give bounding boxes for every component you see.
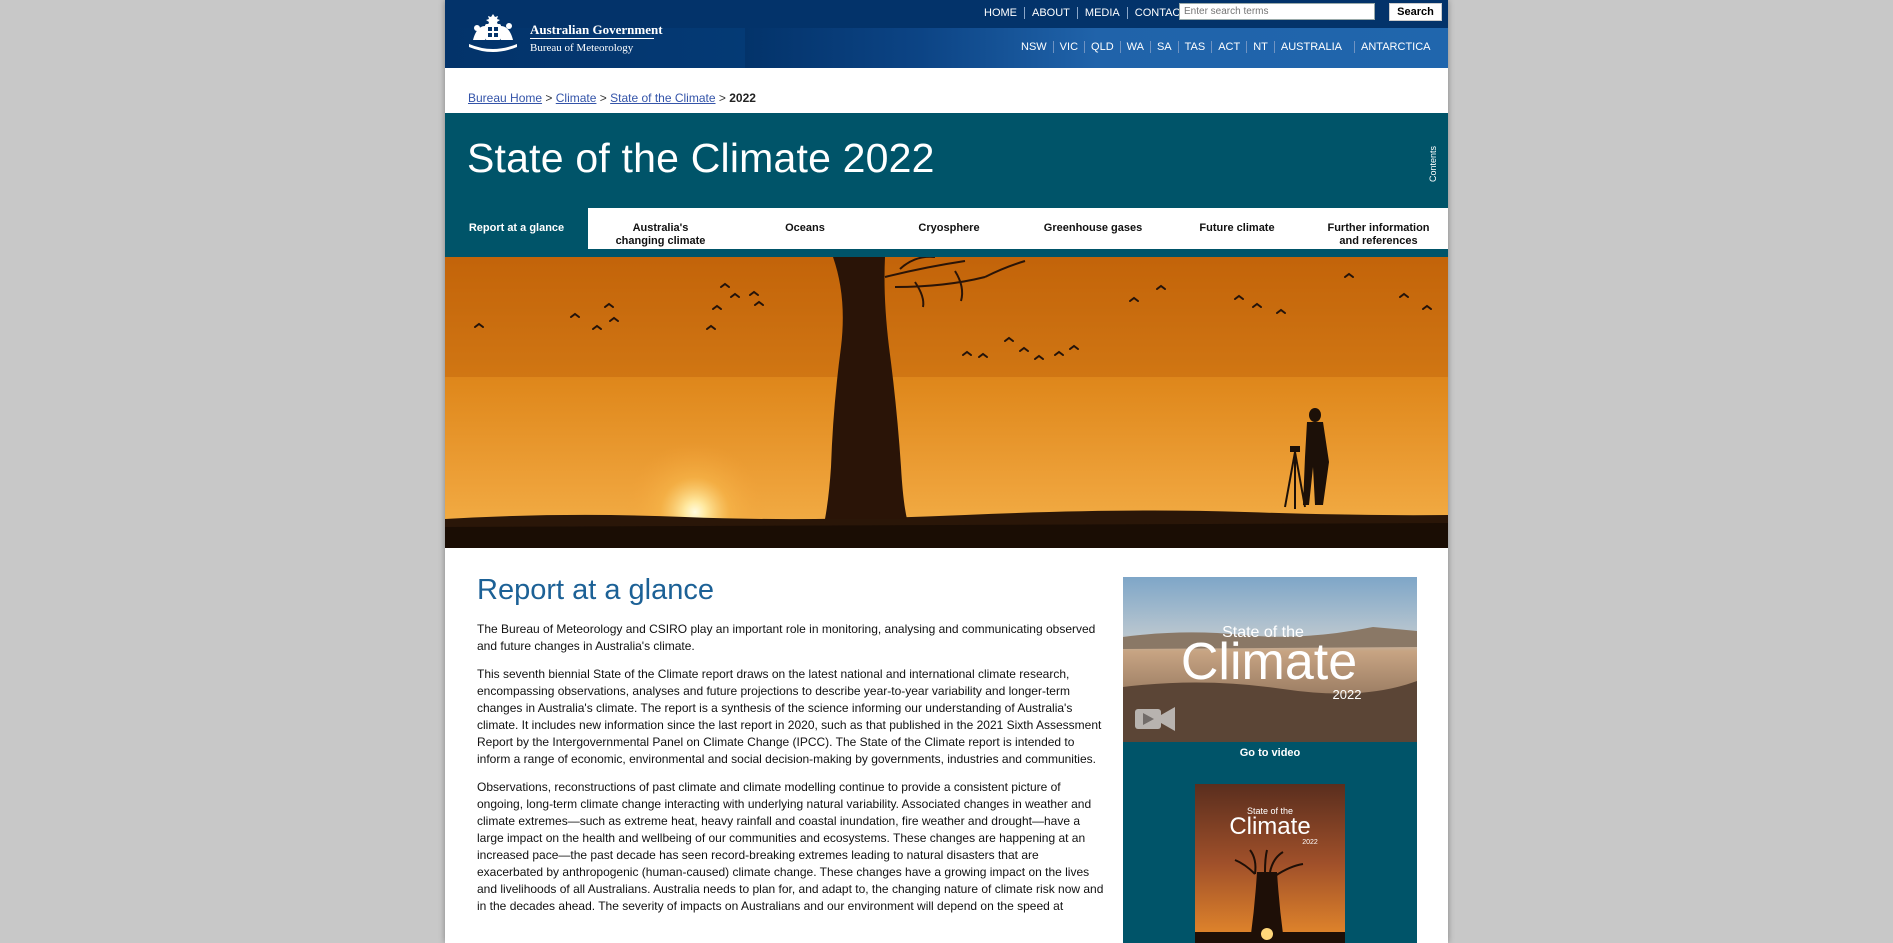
video-camera-icon xyxy=(1135,707,1175,731)
tab-label: Oceans xyxy=(785,222,825,234)
body-paragraph: Observations, reconstructions of past cl… xyxy=(477,780,1104,913)
breadcrumb-current: 2022 xyxy=(729,91,756,105)
video-title-large: Climate xyxy=(1181,633,1357,691)
cover-year: 2022 xyxy=(1302,839,1318,846)
breadcrumb-climate-link[interactable]: Climate xyxy=(556,91,597,105)
tab-greenhouse-gases[interactable]: Greenhouse gases xyxy=(1021,208,1165,253)
coat-of-arms-icon xyxy=(469,14,517,52)
go-to-video-link[interactable]: Go to video xyxy=(1123,747,1417,759)
state-link-antarctica[interactable]: ANTARCTICA xyxy=(1354,41,1436,53)
state-link-qld[interactable]: QLD xyxy=(1084,41,1120,53)
breadcrumb-bureau-home-link[interactable]: Bureau Home xyxy=(468,91,542,105)
state-link-australia[interactable]: AUSTRALIA xyxy=(1273,41,1348,53)
intro-paragraph: The Bureau of Meteorology and CSIRO play… xyxy=(477,622,1096,653)
breadcrumb-state-of-climate-link[interactable]: State of the Climate xyxy=(610,91,715,105)
contents-toggle[interactable]: Contents xyxy=(1428,141,1446,187)
top-navigation: HOME ABOUT MEDIA CONTACTS xyxy=(977,6,1201,20)
report-cover-image: State of the Climate 2022 xyxy=(1195,784,1345,943)
government-name: Australian Government xyxy=(530,22,663,37)
tab-australias-changing-climate[interactable]: Australia's changing climate xyxy=(588,208,733,253)
state-link-wa[interactable]: WA xyxy=(1119,41,1150,53)
tab-label: Cryosphere xyxy=(918,222,980,234)
tab-report-at-a-glance[interactable]: Report at a glance xyxy=(445,208,588,253)
search-input[interactable] xyxy=(1179,3,1375,20)
section-tabs: Report at a glance Australia's changing … xyxy=(445,208,1448,257)
breadcrumb-separator: > xyxy=(599,91,607,105)
tab-cryosphere[interactable]: Cryosphere xyxy=(877,208,1021,253)
state-link-sa[interactable]: SA xyxy=(1149,41,1178,53)
agency-name: Bureau of Meteorology xyxy=(530,42,634,54)
tab-label: Future climate xyxy=(1199,222,1275,234)
tab-oceans[interactable]: Oceans xyxy=(733,208,877,253)
report-banner: State of the Climate 2022 Contents Repor… xyxy=(445,113,1448,257)
video-year: 2022 xyxy=(1333,687,1362,702)
state-link-act[interactable]: ACT xyxy=(1211,41,1246,53)
breadcrumb: Bureau Home > Climate > State of the Cli… xyxy=(468,91,756,105)
report-cover[interactable]: State of the Climate 2022 xyxy=(1195,784,1345,943)
tab-label: Further information and references xyxy=(1327,222,1430,247)
tab-future-climate[interactable]: Future climate xyxy=(1165,208,1309,253)
logo-divider xyxy=(530,38,654,39)
body-paragraph: This seventh biennial State of the Clima… xyxy=(477,667,1102,766)
state-link-tas[interactable]: TAS xyxy=(1177,41,1212,53)
state-navigation: NSW VIC QLD WA SA TAS ACT NT AUSTRALIA A… xyxy=(1015,41,1437,53)
breadcrumb-separator: > xyxy=(718,91,726,105)
state-link-nsw[interactable]: NSW xyxy=(1015,41,1053,53)
sunset-landscape-image xyxy=(445,257,1448,548)
search-button[interactable]: Search xyxy=(1389,3,1442,21)
tab-further-information[interactable]: Further information and references xyxy=(1309,208,1448,253)
video-thumbnail-image: State of the Climate 2022 xyxy=(1123,577,1417,742)
nav-home-link[interactable]: HOME xyxy=(977,7,1024,19)
tab-label: Report at a glance xyxy=(468,222,565,234)
bom-logo[interactable]: Australian Government Bureau of Meteorol… xyxy=(463,10,663,58)
main-content: Report at a glance The Bureau of Meteoro… xyxy=(477,574,1107,926)
breadcrumb-separator: > xyxy=(545,91,553,105)
state-link-vic[interactable]: VIC xyxy=(1052,41,1084,53)
nav-media-link[interactable]: MEDIA xyxy=(1076,7,1127,19)
hero-image xyxy=(445,257,1448,548)
video-thumbnail[interactable]: State of the Climate 2022 xyxy=(1123,577,1417,742)
sidebar: State of the Climate 2022 Go to video St… xyxy=(1123,577,1417,943)
tab-label: Australia's changing climate xyxy=(615,222,706,247)
page: Australian Government Bureau of Meteorol… xyxy=(445,0,1448,943)
site-header: Australian Government Bureau of Meteorol… xyxy=(445,0,1448,68)
page-title: State of the Climate 2022 xyxy=(467,135,935,181)
section-heading: Report at a glance xyxy=(477,574,714,606)
nav-about-link[interactable]: ABOUT xyxy=(1024,7,1077,19)
cover-title-large: Climate xyxy=(1229,813,1310,840)
tab-label: Greenhouse gases xyxy=(1043,222,1143,234)
state-link-nt[interactable]: NT xyxy=(1246,41,1274,53)
